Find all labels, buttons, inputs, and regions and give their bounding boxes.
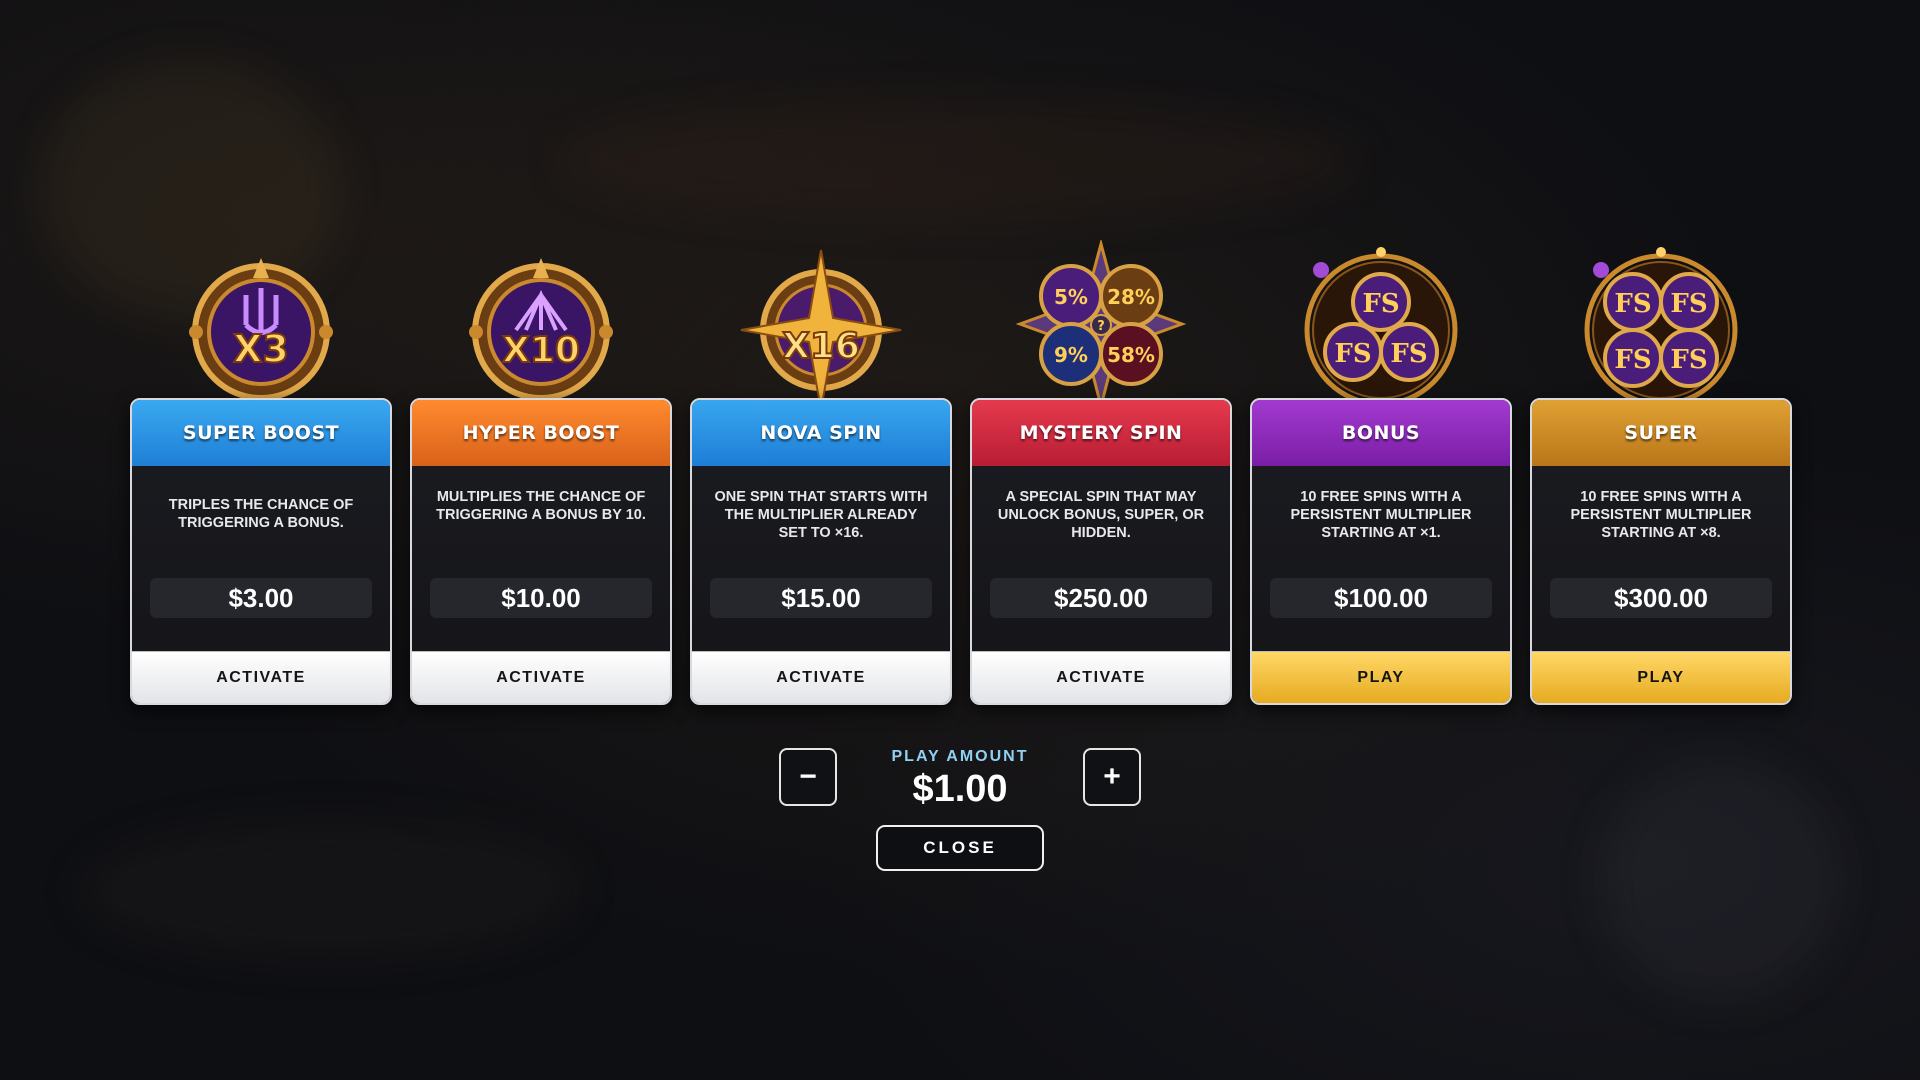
svg-text:5%: 5% <box>1054 285 1088 309</box>
svg-text:FS: FS <box>1670 345 1707 375</box>
svg-text:9%: 9% <box>1054 343 1088 367</box>
svg-text:X3: X3 <box>233 327 289 371</box>
card-title: HYPER BOOST <box>412 400 670 466</box>
svg-text:FS: FS <box>1614 345 1651 375</box>
card-title: SUPER <box>1532 400 1790 466</box>
card-price: $300.00 <box>1550 578 1772 618</box>
play-super-button[interactable]: PLAY <box>1532 651 1790 703</box>
free-spins-card: BONUS 10 FREE SPINS WITH A PERSISTENT MU… <box>1250 398 1512 705</box>
star-icon: X16 <box>740 249 902 410</box>
svg-text:FS: FS <box>1614 289 1651 319</box>
card-description: ONE SPIN THAT STARTS WITH THE MULTIPLIER… <box>714 489 928 541</box>
mystery-wheel-icon: 5% 28% 9% 58% ? <box>1015 240 1187 410</box>
card-title: BONUS <box>1252 400 1510 466</box>
card-hyper-boost: X10 HYPER BOOST MULTIPLIES THE CHANCE OF… <box>410 240 672 705</box>
svg-text:28%: 28% <box>1107 285 1155 309</box>
card-bonus: FS FS FS BONUS 10 FREE SPINS WITH A PERS… <box>1250 240 1512 705</box>
decrease-amount-button[interactable]: − <box>779 748 837 806</box>
activate-hyper-boost-button[interactable]: ACTIVATE <box>412 651 670 703</box>
svg-text:?: ? <box>1097 319 1105 334</box>
card-mystery-spin: 5% 28% 9% 58% ? MYSTERY SPIN A SPECIAL S… <box>970 240 1232 705</box>
super-free-spins-icon: FS FS FS FS <box>1584 247 1738 407</box>
svg-text:58%: 58% <box>1107 343 1155 367</box>
spin-card: NOVA SPIN ONE SPIN THAT STARTS WITH THE … <box>690 398 952 705</box>
svg-text:X10: X10 <box>502 330 580 371</box>
boost-card: SUPER BOOST TRIPLES THE CHANCE OF TRIGGE… <box>130 398 392 705</box>
svg-text:FS: FS <box>1390 339 1427 369</box>
activate-mystery-spin-button[interactable]: ACTIVATE <box>972 651 1230 703</box>
card-price: $100.00 <box>1270 578 1492 618</box>
activate-super-boost-button[interactable]: ACTIVATE <box>132 651 390 703</box>
card-super-boost: X3 SUPER BOOST TRIPLES THE CHANCE OF TRI… <box>130 240 392 705</box>
card-description: A SPECIAL SPIN THAT MAY UNLOCK BONUS, SU… <box>997 489 1205 541</box>
card-title: SUPER BOOST <box>132 400 390 466</box>
card-nova-spin: X16 NOVA SPIN ONE SPIN THAT STARTS WITH … <box>690 240 952 705</box>
trident-icon: X3 <box>189 258 333 401</box>
svg-text:FS: FS <box>1334 339 1371 369</box>
play-amount-label: PLAY AMOUNT <box>891 748 1029 765</box>
card-price: $3.00 <box>150 578 372 618</box>
card-description: MULTIPLIES THE CHANCE OF TRIGGERING A BO… <box>436 489 646 523</box>
play-bonus-button[interactable]: PLAY <box>1252 651 1510 703</box>
purchase-options-row: X3 SUPER BOOST TRIPLES THE CHANCE OF TRI… <box>130 240 1792 710</box>
card-super: FS FS FS FS SUPER 10 FREE SPINS WITH A P… <box>1530 240 1792 705</box>
play-amount-controls: − PLAY AMOUNT $1.00 + <box>0 748 1920 810</box>
svg-text:FS: FS <box>1362 289 1399 319</box>
card-price: $10.00 <box>430 578 652 618</box>
card-title: NOVA SPIN <box>692 400 950 466</box>
free-spins-icon: FS FS FS <box>1304 247 1458 407</box>
shell-icon: X10 <box>469 258 613 401</box>
svg-text:X16: X16 <box>782 326 860 367</box>
spin-card: MYSTERY SPIN A SPECIAL SPIN THAT MAY UNL… <box>970 398 1232 705</box>
svg-text:FS: FS <box>1670 289 1707 319</box>
card-description: 10 FREE SPINS WITH A PERSISTENT MULTIPLI… <box>1570 489 1752 541</box>
card-description: 10 FREE SPINS WITH A PERSISTENT MULTIPLI… <box>1290 489 1472 541</box>
free-spins-card: SUPER 10 FREE SPINS WITH A PERSISTENT MU… <box>1530 398 1792 705</box>
boost-card: HYPER BOOST MULTIPLIES THE CHANCE OF TRI… <box>410 398 672 705</box>
card-price: $250.00 <box>990 578 1212 618</box>
activate-nova-spin-button[interactable]: ACTIVATE <box>692 651 950 703</box>
card-description: TRIPLES THE CHANCE OF TRIGGERING A BONUS… <box>168 497 354 531</box>
increase-amount-button[interactable]: + <box>1083 748 1141 806</box>
card-price: $15.00 <box>710 578 932 618</box>
card-title: MYSTERY SPIN <box>972 400 1230 466</box>
play-amount-value: $1.00 <box>912 768 1008 810</box>
close-button[interactable]: CLOSE <box>876 825 1044 871</box>
